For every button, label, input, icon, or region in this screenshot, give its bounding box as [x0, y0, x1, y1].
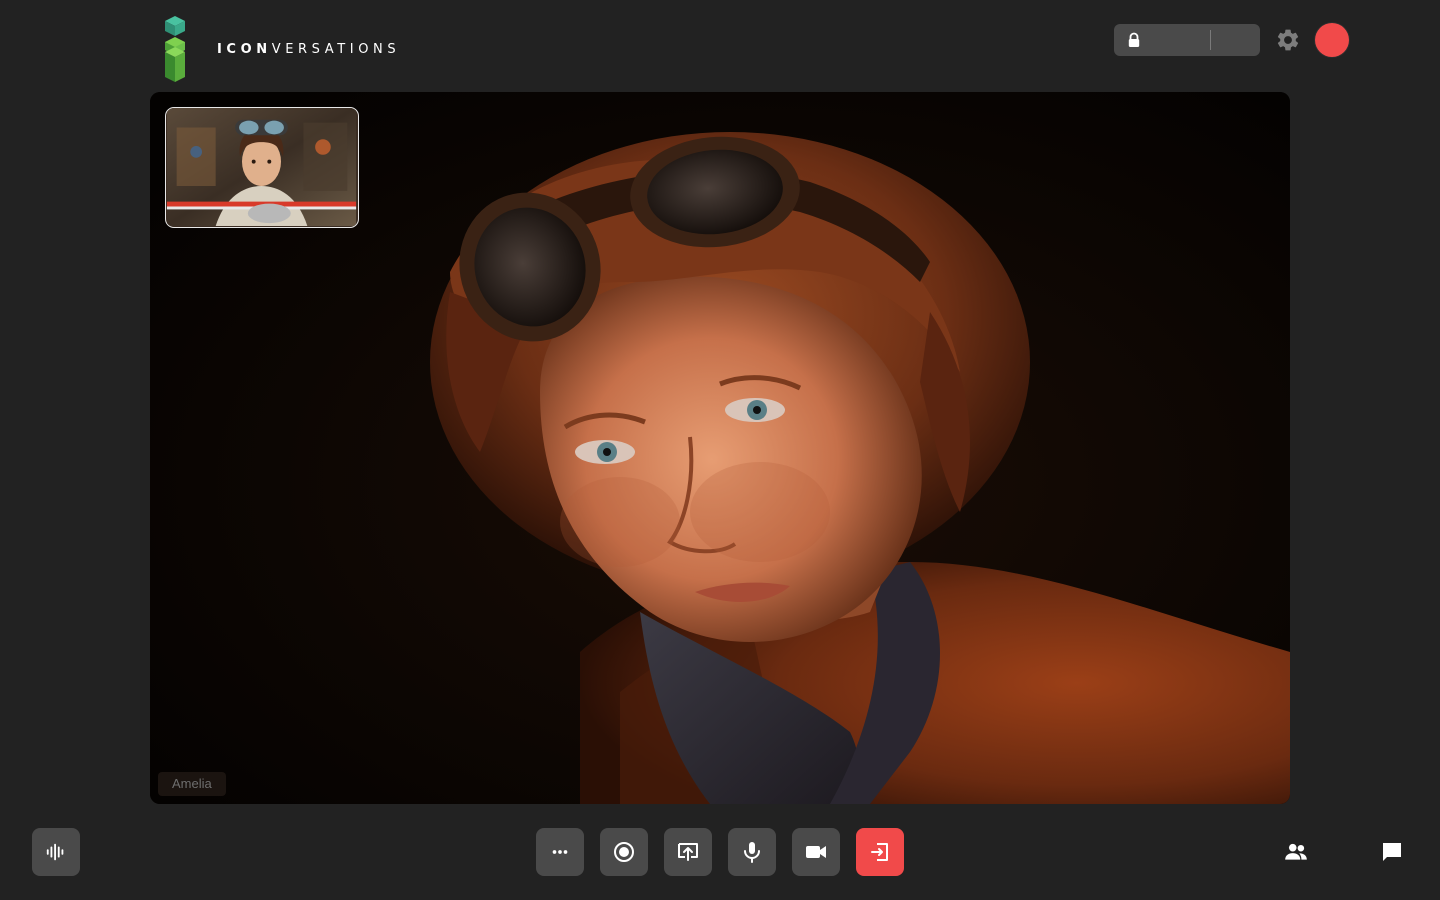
exit-icon	[871, 843, 888, 861]
logo-wordmark: ICONVERSATIONS	[217, 42, 400, 57]
chat-bubble-icon	[1383, 843, 1401, 861]
leave-call-button[interactable]	[856, 828, 904, 876]
video-call-app: ICONVERSATIONS Amelia	[0, 0, 1440, 900]
participant-name-tag: Amelia	[158, 772, 226, 796]
microphone-button[interactable]	[728, 828, 776, 876]
recording-indicator[interactable]	[1315, 23, 1349, 57]
self-view-thumbnail[interactable]	[165, 107, 359, 228]
chat-button[interactable]	[1368, 828, 1416, 876]
settings-button[interactable]	[1275, 27, 1301, 53]
logo-wordmark-light: VERSATIONS	[271, 42, 401, 57]
audio-visualizer-button[interactable]	[32, 828, 80, 876]
app-logo: ICONVERSATIONS	[163, 16, 423, 84]
participants-button[interactable]	[1272, 828, 1320, 876]
record-button[interactable]	[600, 828, 648, 876]
record-icon	[614, 842, 634, 862]
screen-share-icon	[678, 843, 698, 861]
self-video-feed	[166, 108, 357, 226]
more-options-button[interactable]	[536, 828, 584, 876]
room-info-pill[interactable]	[1114, 24, 1260, 56]
gear-icon	[1277, 29, 1299, 51]
share-screen-button[interactable]	[664, 828, 712, 876]
pill-divider	[1210, 30, 1211, 50]
audio-wave-icon	[46, 843, 64, 861]
logo-wordmark-bold: ICON	[217, 42, 272, 57]
more-horizontal-icon	[552, 850, 568, 854]
microphone-icon	[744, 842, 760, 863]
people-icon	[1285, 843, 1307, 860]
video-camera-icon	[806, 846, 826, 858]
camera-button[interactable]	[792, 828, 840, 876]
lock-icon	[1128, 32, 1140, 47]
logo-mark-icon	[165, 16, 185, 82]
